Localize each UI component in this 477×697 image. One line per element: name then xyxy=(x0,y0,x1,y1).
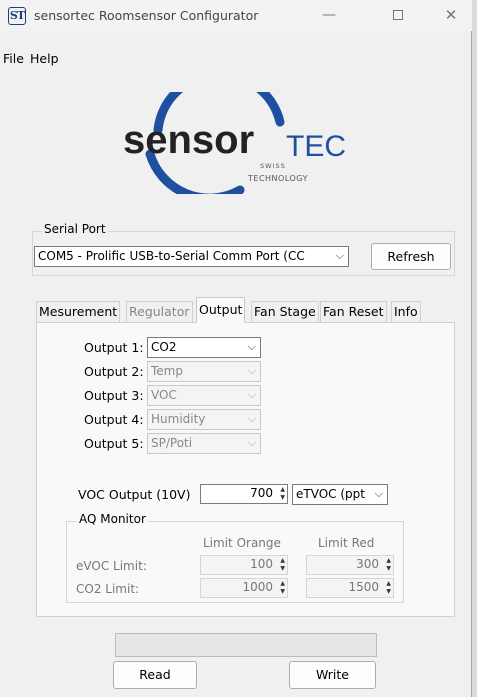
tab-output[interactable]: Output xyxy=(196,297,246,323)
logo-tec-text: TEC xyxy=(286,130,346,163)
tab-fan-stage[interactable]: Fan Stage xyxy=(251,301,319,322)
chevron-down-icon: ⌵ xyxy=(335,249,344,262)
output-3-label: Output 3: xyxy=(84,388,144,403)
voc-output-spinner[interactable]: 700 ▲ ▼ xyxy=(200,484,288,504)
output-4-label: Output 4: xyxy=(84,412,144,427)
maximize-button[interactable] xyxy=(375,0,421,31)
evoc-orange-spinner[interactable]: 100 ▲ ▼ xyxy=(200,555,288,575)
spin-arrows-icon[interactable]: ▲ ▼ xyxy=(280,557,285,573)
menu-file[interactable]: File xyxy=(3,51,24,66)
tab-mesurement[interactable]: Mesurement xyxy=(36,301,121,322)
title-bar: ST sensortec Roomsensor Configurator — ✕ xyxy=(0,0,472,31)
output-4-select[interactable]: Humidity ⌵ xyxy=(147,409,261,430)
aq-monitor-label: AQ Monitor xyxy=(77,512,148,526)
voc-output-value: 700 xyxy=(250,486,273,500)
output-2-select[interactable]: Temp ⌵ xyxy=(147,361,261,382)
write-button[interactable]: Write xyxy=(289,661,376,689)
co2-red-spinner[interactable]: 1500 ▲ ▼ xyxy=(306,578,394,598)
refresh-button[interactable]: Refresh xyxy=(371,243,451,270)
window-title: sensortec Roomsensor Configurator xyxy=(34,8,259,23)
voc-unit-select[interactable]: eTVOC (ppt ⌵ xyxy=(292,484,388,505)
output-1-value: CO2 xyxy=(151,340,177,354)
logo-swiss-text: SWISS xyxy=(260,162,286,170)
sensortec-logo: sensor TEC SWISS TECHNOLOGY xyxy=(118,92,348,194)
menu-bar: File Help xyxy=(0,51,472,71)
spin-arrows-icon[interactable]: ▲ ▼ xyxy=(386,580,391,596)
tab-info[interactable]: Info xyxy=(391,301,421,322)
chevron-down-icon: ⌵ xyxy=(247,340,256,353)
output-1-label: Output 1: xyxy=(84,340,144,355)
app-logo-icon: ST xyxy=(8,7,26,25)
co2-limit-label: CO2 Limit: xyxy=(76,582,140,596)
menu-help[interactable]: Help xyxy=(30,51,59,66)
output-2-value: Temp xyxy=(151,364,183,378)
output-3-select[interactable]: VOC ⌵ xyxy=(147,385,261,406)
output-5-label: Output 5: xyxy=(84,436,144,451)
co2-red-value: 1500 xyxy=(348,580,379,594)
output-5-select[interactable]: SP/Poti ⌵ xyxy=(147,433,261,454)
chevron-down-icon: ⌵ xyxy=(247,412,256,425)
evoc-red-spinner[interactable]: 300 ▲ ▼ xyxy=(306,555,394,575)
read-button[interactable]: Read xyxy=(113,661,197,689)
evoc-orange-value: 100 xyxy=(250,557,273,571)
co2-orange-spinner[interactable]: 1000 ▲ ▼ xyxy=(200,578,288,598)
limit-red-header: Limit Red xyxy=(318,536,375,550)
minimize-button[interactable]: — xyxy=(306,0,352,31)
voc-unit-value: eTVOC (ppt xyxy=(296,487,365,501)
output-1-select[interactable]: CO2 ⌵ xyxy=(147,337,261,358)
tab-regulator[interactable]: Regulator xyxy=(126,301,193,322)
voc-output-label: VOC Output (10V) xyxy=(78,487,191,502)
evoc-limit-label: eVOC Limit: xyxy=(76,559,147,573)
serial-port-value: COM5 - Prolific USB-to-Serial Comm Port … xyxy=(38,249,305,263)
output-4-value: Humidity xyxy=(151,412,206,426)
limit-orange-header: Limit Orange xyxy=(203,536,281,550)
logo-sensor-text: sensor xyxy=(123,118,255,162)
chevron-down-icon: ⌵ xyxy=(247,436,256,449)
chevron-down-icon: ⌵ xyxy=(374,487,383,500)
chevron-down-icon: ⌵ xyxy=(247,364,256,377)
evoc-red-value: 300 xyxy=(356,557,379,571)
progress-bar xyxy=(115,633,377,657)
spin-arrows-icon[interactable]: ▲ ▼ xyxy=(386,557,391,573)
output-2-label: Output 2: xyxy=(84,364,144,379)
close-button[interactable]: ✕ xyxy=(428,0,474,31)
spin-arrows-icon[interactable]: ▲ ▼ xyxy=(280,580,285,596)
output-3-value: VOC xyxy=(151,388,177,402)
spin-arrows-icon[interactable]: ▲ ▼ xyxy=(280,486,285,502)
output-5-value: SP/Poti xyxy=(151,436,193,450)
logo-technology-text: TECHNOLOGY xyxy=(248,174,308,183)
maximize-icon xyxy=(393,10,403,20)
serial-port-label: Serial Port xyxy=(42,222,108,236)
co2-orange-value: 1000 xyxy=(242,580,273,594)
tab-fan-reset[interactable]: Fan Reset xyxy=(320,301,387,322)
configurator-window: ST sensortec Roomsensor Configurator — ✕… xyxy=(0,0,472,697)
chevron-down-icon: ⌵ xyxy=(247,388,256,401)
serial-port-select[interactable]: COM5 - Prolific USB-to-Serial Comm Port … xyxy=(34,246,349,267)
